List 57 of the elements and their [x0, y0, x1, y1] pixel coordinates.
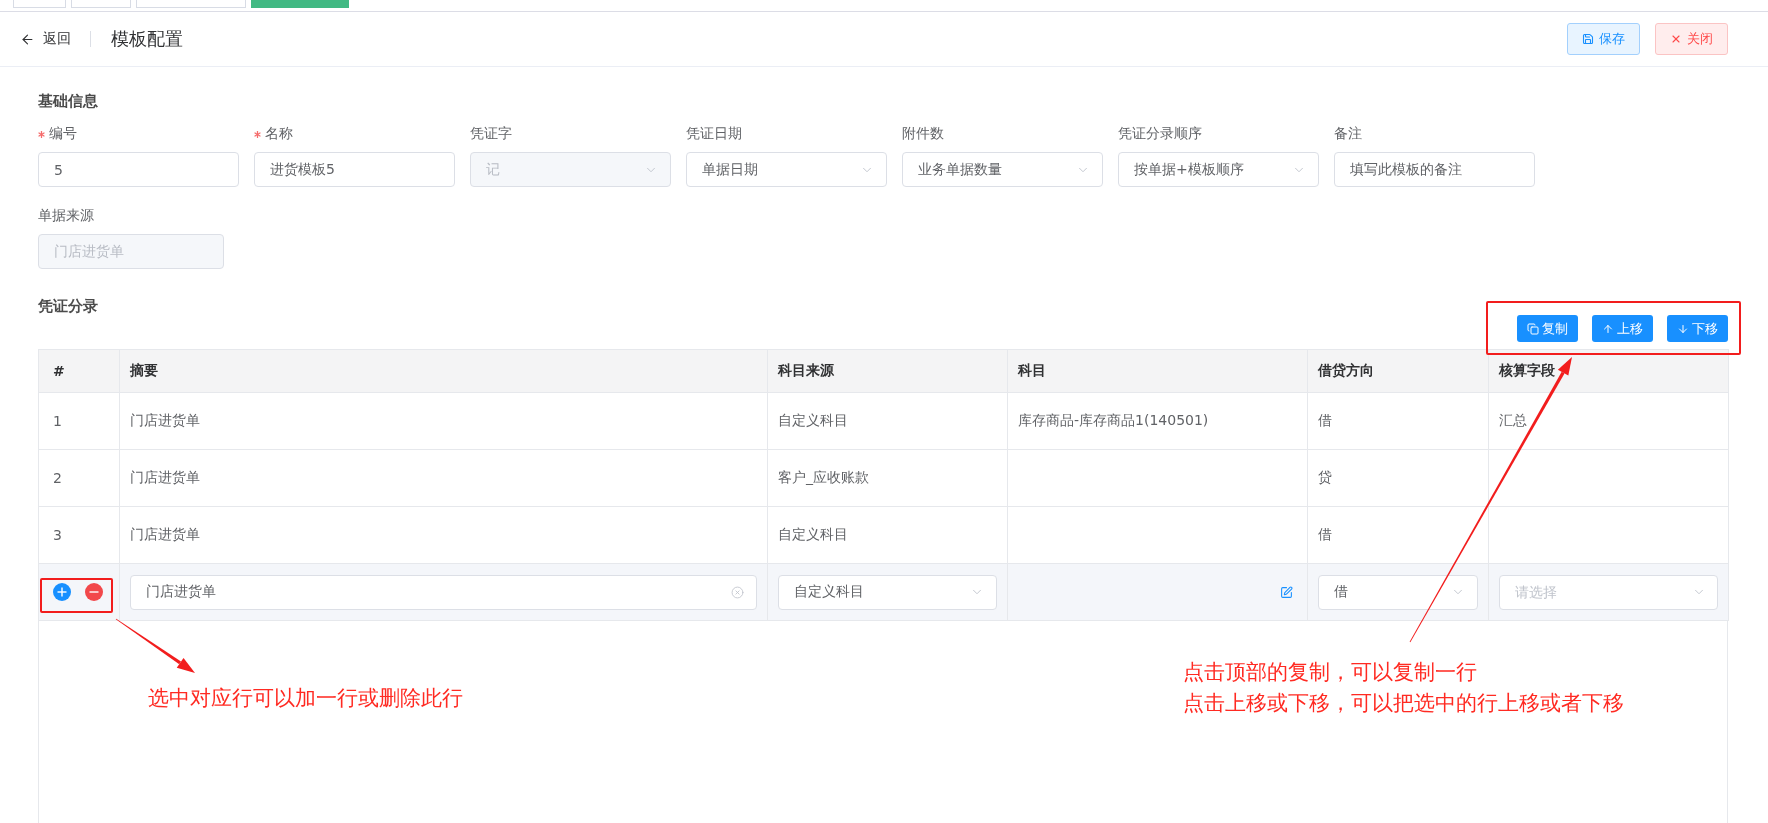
annotation-text: 选中对应行可以加一行或删除此行: [148, 686, 463, 710]
table-cell: 贷: [1307, 449, 1489, 507]
select-field[interactable]: 借: [1318, 574, 1478, 610]
select-field[interactable]: 请选择: [1499, 574, 1718, 610]
table-row[interactable]: 1 门店进货单 自定义科目 库存商品-库存商品1(140501) 借 汇总: [38, 392, 1729, 450]
save-icon: [1582, 33, 1594, 45]
column-header: 科目来源: [767, 349, 1008, 393]
row-number: 2: [38, 449, 120, 507]
input-field[interactable]: 门店进货单: [130, 574, 757, 610]
column-header: 科目: [1007, 349, 1308, 393]
section-title: 凭证分录: [38, 296, 98, 317]
field-label: 凭证日期: [686, 125, 742, 143]
table-cell: 借: [1307, 392, 1489, 450]
row-number: 1: [38, 392, 120, 450]
column-header: 借贷方向: [1307, 349, 1489, 393]
clear-icon[interactable]: [731, 585, 744, 599]
select-field[interactable]: 自定义科目: [778, 574, 997, 610]
field-label: 凭证分录顺序: [1118, 125, 1202, 143]
select-field[interactable]: 业务单据数量: [902, 152, 1103, 187]
copy-icon: [1527, 322, 1539, 335]
close-icon: [1670, 33, 1682, 45]
table-row[interactable]: 3 门店进货单 自定义科目 借: [38, 506, 1729, 564]
input-field[interactable]: 填写此模板的备注: [1334, 152, 1535, 187]
select-field[interactable]: 单据日期: [686, 152, 887, 187]
tab[interactable]: [251, 0, 349, 8]
section-title: 基础信息: [38, 91, 99, 112]
field-label: 附件数: [902, 125, 944, 143]
annotation-text: 点击上移或下移，可以把选中的行上移或者下移: [1183, 691, 1624, 715]
table-row[interactable]: 门店进货单 自定义科目 借 请选择: [38, 563, 1729, 621]
delete-row-icon[interactable]: [85, 583, 103, 601]
table-cell: 自定义科目: [767, 392, 1008, 450]
table-cell: 门店进货单: [119, 392, 768, 450]
field-label: 凭证字: [470, 125, 512, 143]
table-cell: 客户_应收账款: [767, 449, 1008, 507]
back-button[interactable]: 返回: [20, 30, 71, 48]
table-cell: 门店进货单: [119, 449, 768, 507]
field-label: 备注: [1334, 125, 1362, 143]
input-field[interactable]: 进货模板5: [254, 152, 455, 187]
edit-icon[interactable]: [1280, 585, 1293, 599]
table-cell: 自定义科目: [767, 506, 1008, 564]
table-row[interactable]: 2 门店进货单 客户_应收账款 贷: [38, 449, 1729, 507]
page-title: 模板配置: [111, 27, 183, 51]
field-label: 单据来源: [38, 207, 94, 225]
add-row-icon[interactable]: [53, 583, 71, 601]
column-header: 摘要: [119, 349, 768, 393]
table-cell: 门店进货单: [119, 506, 768, 564]
select-field[interactable]: 按单据+模板顺序: [1118, 152, 1319, 187]
arrow-down-icon: [1677, 322, 1689, 335]
table-cell: 库存商品-库存商品1(140501): [1007, 392, 1308, 450]
column-header: 核算字段: [1488, 349, 1729, 393]
column-header: #: [38, 349, 120, 393]
field-label: 名称: [265, 125, 293, 143]
arrow-up-icon: [1602, 322, 1614, 335]
field-label: 编号: [49, 125, 77, 143]
row-number: 3: [38, 506, 120, 564]
annotation-text: 点击顶部的复制，可以复制一行: [1183, 660, 1478, 684]
input-field[interactable]: 5: [38, 152, 239, 187]
